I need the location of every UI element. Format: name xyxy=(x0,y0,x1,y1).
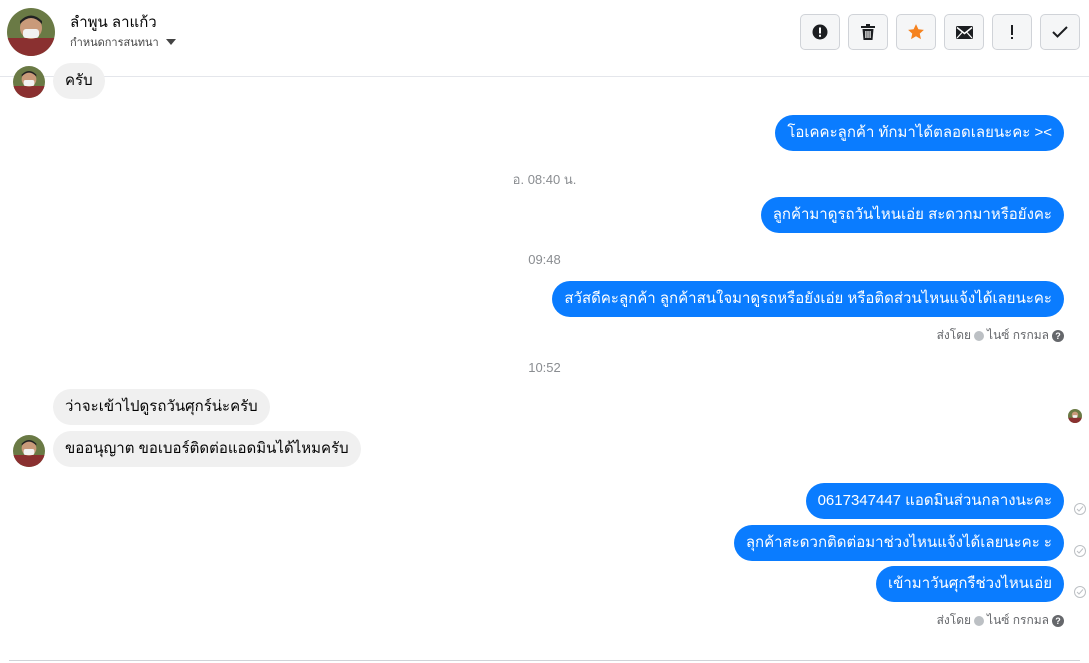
contact-avatar-small xyxy=(13,66,45,98)
outgoing-message[interactable]: ลุกค้าสะดวกติดต่อมาช่วงไหนแจ้งได้เลยนะคะ… xyxy=(733,525,1064,561)
incoming-message[interactable]: ขออนุญาต ขอเบอร์ติดต่อแอดมินได้ไหมครับ xyxy=(53,431,361,467)
check-icon xyxy=(1052,26,1068,38)
mark-unread-button[interactable] xyxy=(944,14,984,50)
star-icon xyxy=(908,24,924,40)
sender-name: ไนซ์ กรกมล xyxy=(987,613,1049,627)
trash-icon xyxy=(861,24,875,40)
exclamation-icon xyxy=(1011,25,1013,39)
timestamp: 10:52 xyxy=(528,360,561,375)
outgoing-message[interactable]: โอเคคะลูกค้า ทักมาได้ตลอดเลยนะคะ >< xyxy=(775,115,1064,151)
verified-icon xyxy=(974,615,985,626)
conversation-actions-label: กำหนดการสนทนา xyxy=(70,37,159,49)
contact-avatar-small xyxy=(13,435,45,467)
star-button[interactable] xyxy=(896,14,936,50)
alert-circle-icon xyxy=(812,24,828,40)
composer-divider xyxy=(9,660,1080,661)
delivered-check-icon xyxy=(1074,545,1086,557)
mark-done-button[interactable] xyxy=(1040,14,1080,50)
timestamp: 09:48 xyxy=(528,252,561,267)
outgoing-message[interactable]: ลูกค้ามาดูรถวันไหนเอ่ย สะดวกมาหรือยังคะ xyxy=(760,197,1064,233)
sent-by-label: ส่งโดย xyxy=(936,328,972,342)
contact-avatar[interactable] xyxy=(7,8,55,56)
verified-icon xyxy=(974,330,985,341)
important-button[interactable] xyxy=(992,14,1032,50)
sent-by-info: ส่งโดย ไนซ์ กรกมล ? xyxy=(937,611,1064,630)
outgoing-message[interactable]: สวัสดีคะลูกค้า ลูกค้าสนใจมาดูรถหรือยังเอ… xyxy=(552,281,1064,317)
incoming-message[interactable]: ว่าจะเข้าไปดูรถวันศุกร์น่ะครับ xyxy=(53,389,270,425)
incoming-message[interactable]: ครับ xyxy=(53,63,105,99)
read-receipt-avatar xyxy=(1068,409,1082,423)
help-icon[interactable]: ? xyxy=(1052,329,1064,342)
header-toolbar xyxy=(800,14,1080,50)
envelope-icon xyxy=(955,25,973,39)
delete-button[interactable] xyxy=(848,14,888,50)
sent-by-info: ส่งโดย ไนซ์ กรกมล ? xyxy=(937,326,1064,345)
conversation-actions-dropdown[interactable]: กำหนดการสนทนา xyxy=(70,33,176,51)
outgoing-message[interactable]: 0617347447 แอดมินส่วนกลางนะคะ xyxy=(805,483,1064,519)
contact-name[interactable]: ลำพูน ลาแก้ว xyxy=(70,10,157,34)
mark-spam-button[interactable] xyxy=(800,14,840,50)
help-icon[interactable]: ? xyxy=(1052,614,1064,627)
sent-by-label: ส่งโดย xyxy=(936,613,972,627)
caret-down-icon xyxy=(165,39,176,45)
outgoing-message[interactable]: เข้ามาวันศุกรืช่วงไหนเอ่ย xyxy=(876,566,1064,602)
timestamp: อ. 08:40 น. xyxy=(512,172,577,187)
sender-name: ไนซ์ กรกมล xyxy=(987,328,1049,342)
delivered-check-icon xyxy=(1074,586,1086,598)
conversation-header: ลำพูน ลาแก้ว กำหนดการสนทนา xyxy=(0,0,1089,77)
delivered-check-icon xyxy=(1074,503,1086,515)
